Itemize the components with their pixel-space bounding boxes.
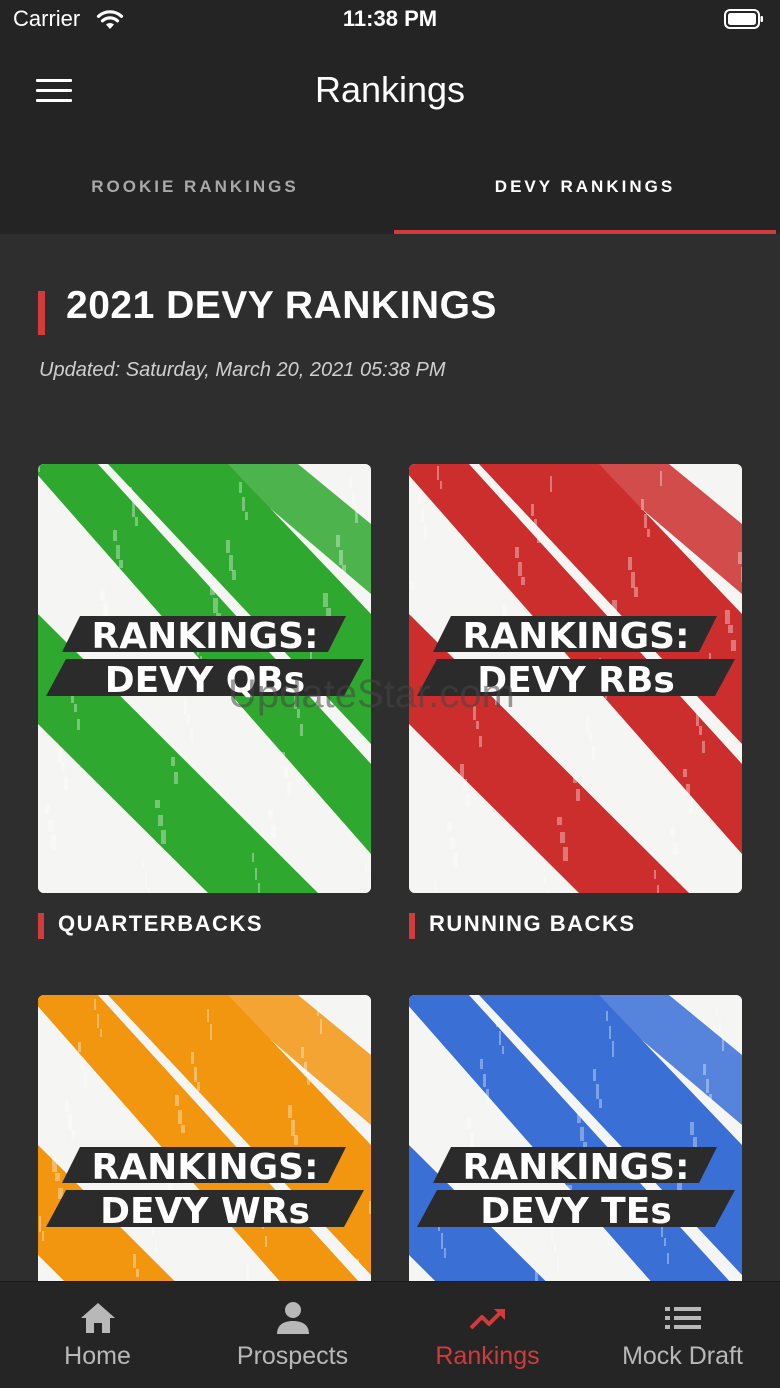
app-header: Rankings ROOKIE RANKINGS DEVY RANKINGS xyxy=(0,44,780,234)
main-content[interactable]: 2021 DEVY RANKINGS Updated: Saturday, Ma… xyxy=(0,234,780,1281)
title-accent-bar xyxy=(38,291,45,335)
nav-rankings[interactable]: Rankings xyxy=(390,1282,585,1388)
nav-label: Home xyxy=(64,1342,131,1370)
card-label: RUNNING BACKS xyxy=(429,911,636,936)
nav-label: Prospects xyxy=(236,1342,349,1370)
status-bar: Carrier 11:38 PM xyxy=(0,0,780,44)
card-label: QUARTERBACKS xyxy=(58,911,263,936)
bottom-nav: Home Prospects Rankings Mock Draft xyxy=(0,1281,780,1388)
ranking-tabs: ROOKIE RANKINGS DEVY RANKINGS xyxy=(0,140,780,234)
nav-label: Mock Draft xyxy=(622,1342,743,1370)
label-accent-bar xyxy=(409,913,415,939)
nav-mock-draft[interactable]: Mock Draft xyxy=(585,1282,780,1388)
label-accent-bar xyxy=(38,913,44,939)
card-image: RANKINGS: DEVY WRs xyxy=(38,995,371,1281)
image-title-line2: DEVY RBs xyxy=(477,660,675,701)
image-title-line2: DEVY TEs xyxy=(480,1191,672,1232)
image-title-line1: RANKINGS: xyxy=(91,1147,318,1188)
image-title-line1: RANKINGS: xyxy=(462,1147,689,1188)
image-title-line2: DEVY QBs xyxy=(105,660,305,701)
home-icon xyxy=(80,1303,115,1333)
trending-up-icon xyxy=(469,1309,505,1330)
person-icon xyxy=(276,1302,309,1334)
tab-devy-rankings[interactable]: DEVY RANKINGS xyxy=(390,140,780,234)
battery-icon xyxy=(724,9,763,29)
image-title-line1: RANKINGS: xyxy=(91,616,318,657)
card-image: RANKINGS: DEVY RBs xyxy=(409,464,742,893)
updated-timestamp: Updated: Saturday, March 20, 2021 05:38 … xyxy=(39,359,446,381)
nav-home[interactable]: Home xyxy=(0,1282,195,1388)
card-image: RANKINGS: DEVY TEs xyxy=(409,995,742,1281)
image-title-line1: RANKINGS: xyxy=(462,616,689,657)
tab-rookie-rankings[interactable]: ROOKIE RANKINGS xyxy=(0,140,390,234)
header-title: Rankings xyxy=(314,69,466,110)
status-time: 11:38 PM xyxy=(342,6,438,31)
list-icon xyxy=(664,1307,701,1329)
image-title-line2: DEVY WRs xyxy=(100,1191,310,1232)
nav-label: Rankings xyxy=(435,1342,540,1370)
page-title: 2021 DEVY RANKINGS xyxy=(66,284,497,327)
card-image: RANKINGS: DEVY QBs xyxy=(38,464,371,893)
nav-prospects[interactable]: Prospects xyxy=(195,1282,390,1388)
